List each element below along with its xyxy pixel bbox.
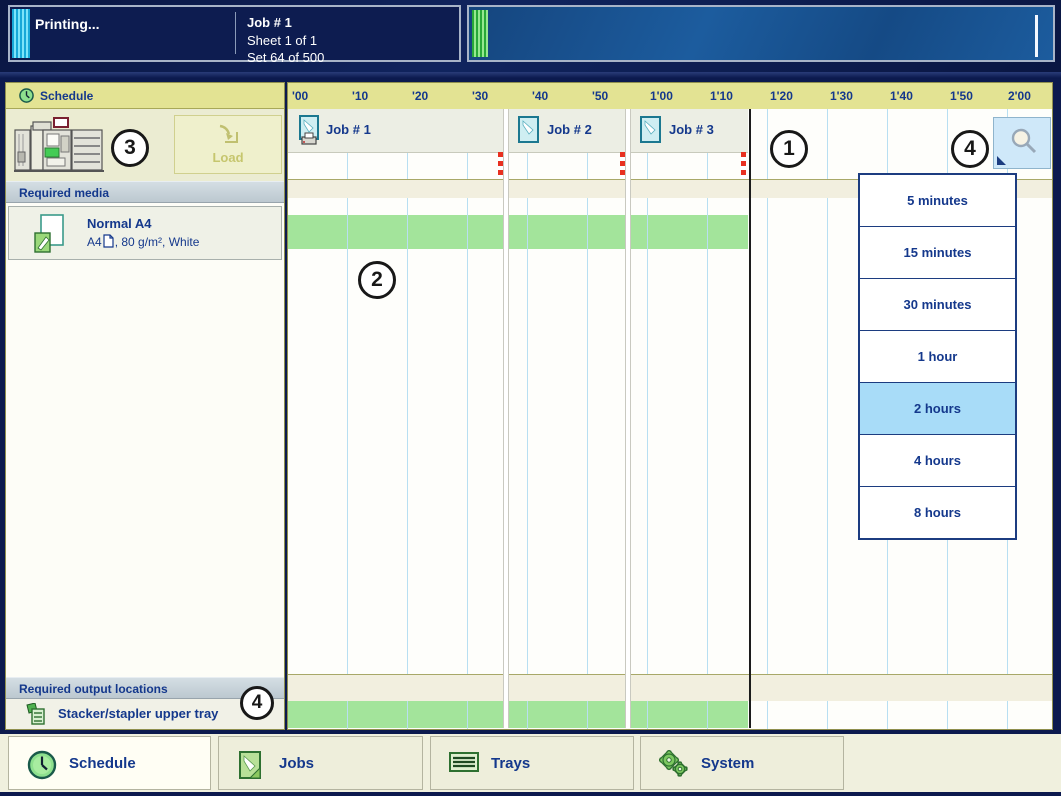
annotation-circle-2: 2 bbox=[358, 261, 396, 299]
job2-output-bar bbox=[509, 700, 625, 728]
job-label: Job # 1 bbox=[326, 122, 371, 137]
media-list-item[interactable]: Normal A4 A4 , 80 g/m², White bbox=[8, 206, 282, 260]
annotation-circle-5: 4 bbox=[951, 130, 989, 168]
tab-system[interactable]: System bbox=[640, 736, 844, 790]
jobs-doc-icon bbox=[237, 750, 263, 780]
time-tick: '30 bbox=[472, 89, 488, 103]
job-progress-panel bbox=[467, 5, 1055, 62]
time-tick: 1'10 bbox=[710, 89, 733, 103]
timescale-option-1h[interactable]: 1 hour bbox=[860, 331, 1015, 383]
timescale-option-8h[interactable]: 8 hours bbox=[860, 487, 1015, 538]
timescale-menu: 5 minutes 15 minutes 30 minutes 1 hour 2… bbox=[858, 173, 1017, 540]
time-tick: 1'40 bbox=[890, 89, 913, 103]
tab-jobs[interactable]: Jobs bbox=[218, 736, 423, 790]
job-end-marker bbox=[498, 152, 503, 179]
printer-status-panel: Printing... Job # 1 Sheet 1 of 1 Set 64 … bbox=[8, 5, 461, 62]
annotation-circle-1: 1 bbox=[770, 130, 808, 168]
tab-label: System bbox=[701, 755, 754, 772]
set-progress-text: Set 64 of 500 bbox=[247, 50, 324, 65]
time-tick: '00 bbox=[292, 89, 308, 103]
timescale-option-5min[interactable]: 5 minutes bbox=[860, 175, 1015, 227]
job3-media-bar bbox=[631, 215, 748, 249]
output-tray-icon bbox=[24, 703, 48, 725]
job-end-marker bbox=[741, 152, 746, 179]
main-tab-bar: Schedule Jobs Trays bbox=[0, 732, 1061, 794]
time-tick: 1'20 bbox=[770, 89, 793, 103]
dropdown-corner-triangle bbox=[997, 156, 1006, 165]
time-tick: 2'00 bbox=[1008, 89, 1031, 103]
schedule-panel-title: Schedule bbox=[40, 89, 93, 103]
tab-label: Schedule bbox=[69, 755, 136, 772]
job3-output-bar bbox=[631, 700, 748, 728]
media-specs: , 80 g/m², White bbox=[115, 235, 200, 249]
time-ruler: '00 '10 '20 '30 '40 '50 1'00 1'10 1'20 1… bbox=[288, 83, 1052, 110]
job1-output-bar bbox=[288, 700, 503, 728]
status-bar: Printing... Job # 1 Sheet 1 of 1 Set 64 … bbox=[0, 0, 1061, 72]
tab-label: Trays bbox=[491, 755, 530, 772]
window-bottom-edge bbox=[0, 792, 1061, 796]
job-end-marker bbox=[620, 152, 625, 179]
tab-trays[interactable]: Trays bbox=[430, 736, 634, 790]
job-column-separator bbox=[503, 109, 509, 728]
media-size: A4 bbox=[87, 235, 102, 249]
time-tick: 1'00 bbox=[650, 89, 673, 103]
progress-fill bbox=[472, 10, 488, 57]
clock-icon bbox=[19, 88, 34, 103]
schedule-end-line bbox=[749, 109, 751, 728]
job1-media-bar bbox=[288, 215, 503, 249]
annotation-circle-4: 4 bbox=[240, 686, 274, 720]
job-block-2[interactable]: Job # 2 bbox=[509, 109, 625, 153]
time-tick: 1'30 bbox=[830, 89, 853, 103]
job-doc-icon bbox=[639, 115, 663, 145]
job2-media-bar bbox=[509, 215, 625, 249]
job-block-3[interactable]: Job # 3 bbox=[631, 109, 748, 153]
required-media-header: Required media bbox=[6, 181, 284, 203]
page-glyph-icon bbox=[103, 234, 114, 248]
printer-state-text: Printing... bbox=[35, 16, 100, 32]
schedule-timeline: '00 '10 '20 '30 '40 '50 1'00 1'10 1'20 1… bbox=[287, 82, 1053, 730]
time-tick: '40 bbox=[532, 89, 548, 103]
timeline-body: Job # 1 Job # 2 Job # 3 bbox=[288, 109, 1052, 729]
time-tick: '10 bbox=[352, 89, 368, 103]
printing-job-icon bbox=[296, 115, 324, 147]
media-page-icon bbox=[33, 213, 73, 255]
job-doc-icon bbox=[517, 115, 541, 145]
activity-indicator bbox=[12, 9, 30, 58]
media-name: Normal A4 bbox=[87, 216, 152, 231]
media-details: A4 , 80 g/m², White bbox=[87, 234, 199, 249]
schedule-panel-header: Schedule bbox=[6, 83, 284, 109]
job-label: Job # 3 bbox=[669, 122, 714, 137]
current-job-title: Job # 1 bbox=[247, 15, 292, 30]
load-arrow-icon bbox=[217, 123, 241, 145]
job-column-separator bbox=[625, 109, 631, 728]
time-tick: '20 bbox=[412, 89, 428, 103]
timescale-option-15min[interactable]: 15 minutes bbox=[860, 227, 1015, 279]
timescale-option-2h[interactable]: 2 hours bbox=[860, 383, 1015, 435]
time-tick: '50 bbox=[592, 89, 608, 103]
tab-label: Jobs bbox=[279, 755, 314, 772]
job-label: Job # 2 bbox=[547, 122, 592, 137]
schedule-sidebar: Schedule bbox=[5, 82, 285, 730]
timescale-zoom-button[interactable] bbox=[993, 117, 1051, 169]
load-button[interactable]: Load bbox=[174, 115, 282, 174]
timescale-option-4h[interactable]: 4 hours bbox=[860, 435, 1015, 487]
status-divider bbox=[235, 12, 236, 54]
printer-icon bbox=[14, 116, 104, 174]
tab-schedule[interactable]: Schedule bbox=[8, 736, 211, 790]
job-block-1[interactable]: Job # 1 bbox=[288, 109, 503, 153]
trays-icon bbox=[449, 750, 479, 774]
output-location-name: Stacker/stapler upper tray bbox=[58, 706, 218, 721]
topbar-separator bbox=[0, 72, 1061, 78]
annotation-circle-3: 3 bbox=[111, 129, 149, 167]
system-gears-icon bbox=[659, 750, 689, 780]
sheet-progress-text: Sheet 1 of 1 bbox=[247, 33, 317, 48]
output-lane-band bbox=[288, 674, 1052, 701]
clock-icon bbox=[27, 750, 57, 780]
timescale-option-30min[interactable]: 30 minutes bbox=[860, 279, 1015, 331]
load-button-label: Load bbox=[175, 150, 281, 165]
time-tick: 1'50 bbox=[950, 89, 973, 103]
progress-end-marker bbox=[1035, 15, 1038, 57]
